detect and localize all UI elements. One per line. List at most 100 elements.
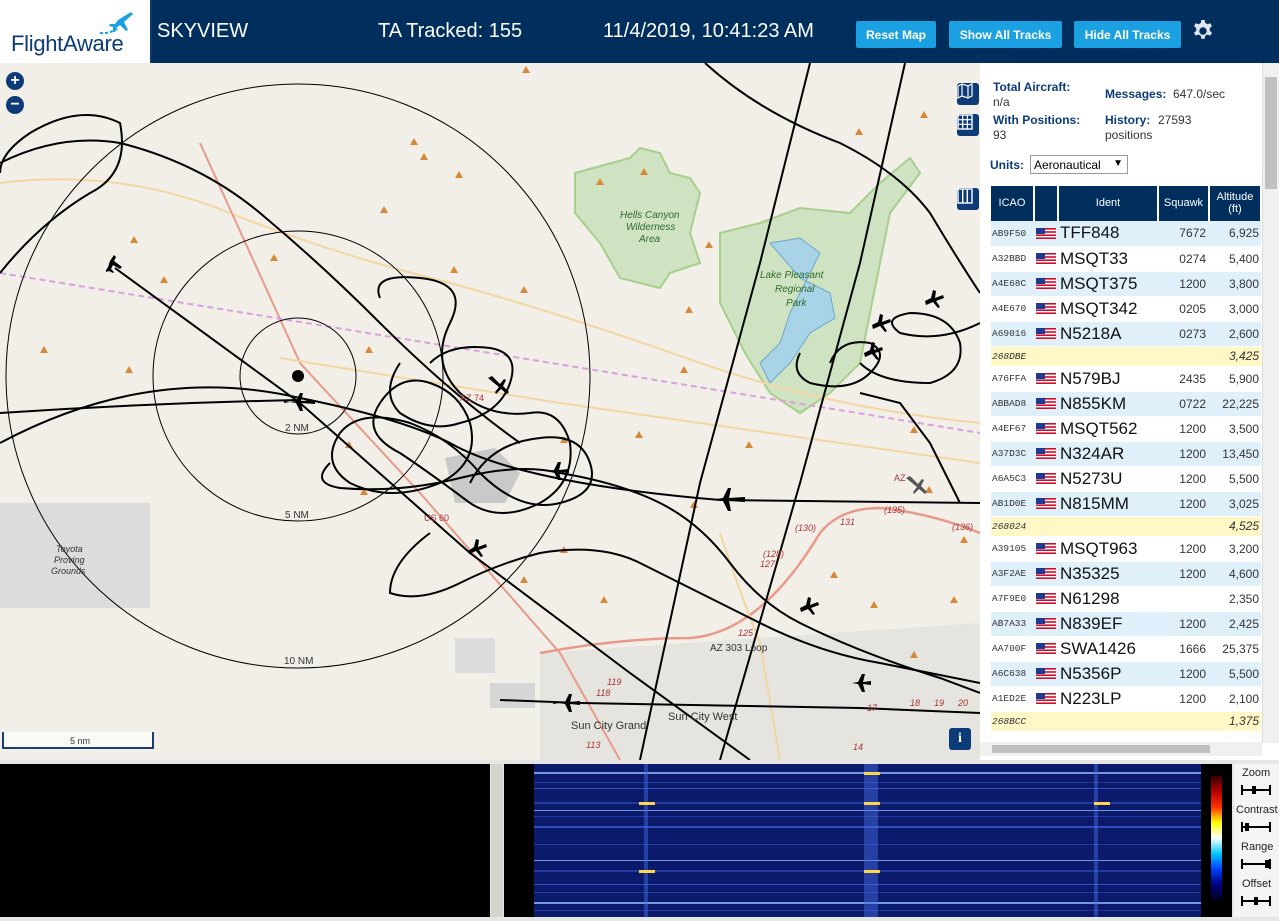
- table-row[interactable]: A6A5C3 N5273U 1200 5,500: [991, 466, 1261, 492]
- hide-all-tracks-button[interactable]: Hide All Tracks: [1074, 21, 1181, 48]
- waterfall-display[interactable]: [534, 764, 1201, 917]
- waterfall-controls: Zoom Contrast Range Offset: [1234, 764, 1279, 917]
- scale-bar: 5 nm: [2, 732, 154, 749]
- ident-cell: N579BJ: [1058, 366, 1158, 392]
- waterfall-gap: [1201, 764, 1208, 917]
- aircraft-marker[interactable]: [872, 314, 891, 332]
- flag-cell: [1034, 686, 1058, 712]
- altitude-cell: 1,375: [1209, 711, 1261, 732]
- road-number: 125: [738, 628, 754, 638]
- table-row[interactable]: A4E68C MSQT375 1200 3,800: [991, 271, 1261, 297]
- aircraft-marker[interactable]: [906, 476, 927, 494]
- zoom-out-button[interactable]: −: [6, 96, 24, 114]
- table-row[interactable]: AB1D0E N815MM 1200 3,025: [991, 491, 1261, 517]
- icao-cell: ABBAD8: [991, 391, 1034, 417]
- table-row[interactable]: A39105 MSQT963 1200 3,200: [991, 536, 1261, 562]
- altitude-cell: 5,400: [1209, 246, 1261, 272]
- map-view[interactable]: 2 NM 5 NM 10 NM Hells Canyon Wilderness …: [0, 63, 980, 760]
- column-header-altitude[interactable]: Altitude (ft): [1209, 186, 1262, 221]
- altitude-cell: 3,025: [1209, 491, 1261, 517]
- table-row[interactable]: ABBAD8 N855KM 0722 22,225: [991, 391, 1261, 417]
- ident-cell: [1058, 516, 1158, 537]
- flag-cell: [1034, 491, 1058, 517]
- table-row[interactable]: A76FFA N579BJ 2435 5,900: [991, 366, 1261, 392]
- altitude-cell: 5,500: [1209, 466, 1261, 492]
- with-positions-value: 93: [993, 128, 1007, 142]
- table-row[interactable]: A4E670 MSQT342 0205 3,000: [991, 296, 1261, 322]
- table-row[interactable]: 268DBE 3,425: [991, 346, 1261, 367]
- table-row[interactable]: A32BBD MSQT33 0274 5,400: [991, 246, 1261, 272]
- table-row[interactable]: A69016 N5218A 0273 2,600: [991, 321, 1261, 347]
- road-number: 19: [934, 698, 944, 708]
- altitude-cell: 2,100: [1209, 686, 1261, 712]
- flag-cell: [1034, 586, 1058, 612]
- squawk-cell: 1200: [1158, 686, 1209, 712]
- squawk-cell: 1666: [1158, 636, 1209, 662]
- flag-cell: [1034, 441, 1058, 467]
- pane-divider[interactable]: [491, 764, 503, 917]
- us-flag-icon: [1036, 328, 1056, 339]
- units-label: Units:: [990, 158, 1024, 172]
- scrollbar-thumb[interactable]: [992, 745, 1210, 753]
- grid-toggle-button[interactable]: [957, 114, 979, 136]
- contrast-slider-icon[interactable]: [1241, 821, 1271, 833]
- zoom-label: Zoom: [1242, 767, 1271, 779]
- aircraft-marker[interactable]: [925, 290, 944, 308]
- altitude-cell: 3,500: [1209, 416, 1261, 442]
- table-row[interactable]: A1ED2E N223LP 1200 2,100: [991, 686, 1261, 712]
- us-flag-icon: [1036, 568, 1056, 579]
- ident-cell: N815MM: [1058, 491, 1158, 517]
- squawk-cell: 1200: [1158, 491, 1209, 517]
- column-header-flag[interactable]: [1034, 186, 1059, 221]
- city-label: Sun City West: [668, 711, 738, 723]
- history-label: History:: [1105, 113, 1151, 127]
- table-row[interactable]: 268BCC 1,375: [991, 711, 1261, 732]
- panel-horizontal-scrollbar[interactable]: [980, 742, 1262, 756]
- park-label: Area: [638, 234, 661, 245]
- panel-vertical-scrollbar[interactable]: [1262, 63, 1279, 743]
- table-row[interactable]: A6C638 N5356P 1200 5,500: [991, 661, 1261, 687]
- icao-cell: A4E68C: [991, 271, 1034, 297]
- map-canvas[interactable]: 2 NM 5 NM 10 NM Hells Canyon Wilderness …: [0, 63, 980, 760]
- flightaware-logo[interactable]: FlightAware: [0, 0, 152, 63]
- zoom-slider-icon[interactable]: [1241, 784, 1271, 796]
- ident-cell: MSQT963: [1058, 536, 1158, 562]
- columns-toggle-button[interactable]: [957, 188, 979, 210]
- column-header-ident[interactable]: Ident: [1058, 186, 1159, 221]
- column-header-squawk[interactable]: Squawk: [1158, 186, 1210, 221]
- column-header-icao[interactable]: ICAO: [991, 186, 1035, 221]
- table-row[interactable]: A7F9E0 N61298 2,350: [991, 586, 1261, 612]
- gear-icon[interactable]: [1191, 19, 1215, 43]
- us-flag-icon: [1036, 253, 1056, 264]
- us-flag-icon: [1036, 543, 1056, 554]
- table-row[interactable]: 268024 4,525: [991, 516, 1261, 537]
- table-row[interactable]: AB7A33 N839EF 1200 2,425: [991, 611, 1261, 637]
- icao-cell: AB1D0E: [991, 491, 1034, 517]
- park-label: Hells Canyon: [620, 210, 680, 221]
- reset-map-button[interactable]: Reset Map: [856, 21, 936, 48]
- road-number: (136): [952, 522, 973, 532]
- offset-slider-icon[interactable]: [1241, 895, 1271, 907]
- info-button[interactable]: i: [949, 728, 971, 750]
- flag-cell: [1034, 516, 1058, 537]
- road-number: (130): [795, 523, 816, 533]
- table-row[interactable]: A3F2AE N35325 1200 4,600: [991, 561, 1261, 587]
- aircraft-marker[interactable]: [800, 597, 819, 615]
- table-row[interactable]: AA700F SWA1426 1666 25,375: [991, 636, 1261, 662]
- range-slider-icon[interactable]: [1241, 858, 1271, 870]
- scrollbar-thumb[interactable]: [1265, 77, 1277, 189]
- squawk-cell: 7672: [1158, 221, 1209, 247]
- units-select[interactable]: Aeronautical ▼: [1030, 155, 1128, 174]
- road-number: 14: [853, 742, 863, 752]
- table-row[interactable]: AB9F50 TFF848 7672 6,925: [991, 221, 1261, 247]
- history-value: 27593: [1158, 113, 1192, 127]
- receiver-site-marker: [292, 370, 304, 382]
- zoom-in-button[interactable]: +: [6, 72, 24, 90]
- map-layers-button[interactable]: [957, 83, 979, 105]
- park-label: Regional: [775, 284, 815, 295]
- show-all-tracks-button[interactable]: Show All Tracks: [949, 21, 1062, 48]
- aircraft-marker[interactable]: [709, 488, 745, 511]
- with-positions-label: With Positions:: [993, 113, 1081, 127]
- table-row[interactable]: A4EF67 MSQT562 1200 3,500: [991, 416, 1261, 442]
- table-row[interactable]: A37D3C N324AR 1200 13,450: [991, 441, 1261, 467]
